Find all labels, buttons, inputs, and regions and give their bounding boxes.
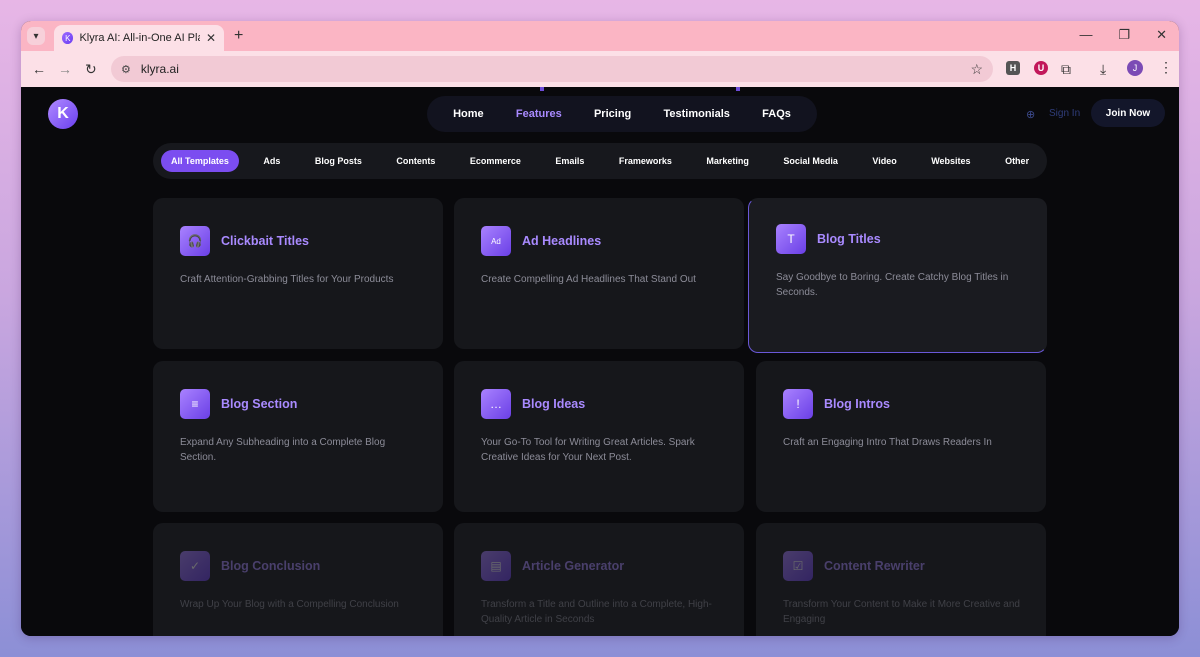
join-now-button[interactable]: Join Now xyxy=(1091,99,1165,127)
card-title: Content Rewriter xyxy=(824,559,925,573)
browser-toolbar: ← → ↻ ⚙ klyra.ai ☆ H U ⧉ ⤓ J ⋮ xyxy=(21,51,1179,87)
template-card-blog-intros[interactable]: ! Blog Intros Craft an Engaging Intro Tha… xyxy=(756,361,1046,512)
close-tab-icon[interactable]: ✕ xyxy=(206,31,216,45)
address-bar[interactable]: ⚙ klyra.ai ☆ xyxy=(111,56,993,82)
browser-tab[interactable]: K Klyra AI: All-in-One AI Platform ✕ xyxy=(54,25,224,51)
template-card-blog-conclusion[interactable]: ✓ Blog Conclusion Wrap Up Your Blog with … xyxy=(153,523,443,636)
filter-emails[interactable]: Emails xyxy=(545,150,594,172)
filter-contents[interactable]: Contents xyxy=(386,150,445,172)
extension-h-icon[interactable]: H xyxy=(1006,61,1020,75)
card-description: Wrap Up Your Blog with a Compelling Conc… xyxy=(180,599,399,610)
card-title: Blog Section xyxy=(221,397,298,411)
nav-testimonials[interactable]: Testimonials xyxy=(663,108,729,120)
card-description: Say Goodbye to Boring. Create Catchy Blo… xyxy=(776,272,1009,298)
filter-video[interactable]: Video xyxy=(862,150,906,172)
filter-social-media[interactable]: Social Media xyxy=(773,150,848,172)
filter-other[interactable]: Other xyxy=(995,150,1039,172)
browser-menu-icon[interactable]: ⋮ xyxy=(1159,59,1173,76)
chat-dots-icon: … xyxy=(481,389,511,419)
comment-icon: ≡ xyxy=(180,389,210,419)
template-filter-bar: All Templates Ads Blog Posts Contents Ec… xyxy=(153,143,1047,179)
template-card-clickbait-titles[interactable]: 🎧 Clickbait Titles Craft Attention-Grabbi… xyxy=(153,198,443,349)
window-controls: — ❐ ✕ xyxy=(1079,27,1167,43)
nav-features[interactable]: Features xyxy=(516,108,562,120)
card-title: Clickbait Titles xyxy=(221,234,309,248)
card-description: Transform Your Content to Make it More C… xyxy=(783,599,1020,625)
checkbox-icon: ☑ xyxy=(783,551,813,581)
back-icon[interactable]: ← xyxy=(32,61,46,77)
globe-icon[interactable]: ⊕ xyxy=(1026,108,1035,121)
nav-faqs[interactable]: FAQs xyxy=(762,108,791,120)
document-icon: ▤ xyxy=(481,551,511,581)
card-title: Blog Intros xyxy=(824,397,890,411)
filter-websites[interactable]: Websites xyxy=(921,150,980,172)
reload-icon[interactable]: ↻ xyxy=(85,61,97,78)
nav-decoration xyxy=(540,87,544,91)
filter-ecommerce[interactable]: Ecommerce xyxy=(460,150,531,172)
url-text: klyra.ai xyxy=(140,62,179,76)
card-title: Blog Conclusion xyxy=(221,559,321,573)
card-description: Craft Attention-Grabbing Titles for Your… xyxy=(180,274,394,285)
card-description: Expand Any Subheading into a Complete Bl… xyxy=(180,437,386,463)
tab-strip: ▾ K Klyra AI: All-in-One AI Platform ✕ +… xyxy=(21,21,1179,51)
main-nav: Home Features Pricing Testimonials FAQs xyxy=(427,96,817,132)
card-description: Craft an Engaging Intro That Draws Reade… xyxy=(783,437,992,448)
comment-check-icon: ✓ xyxy=(180,551,210,581)
template-card-article-generator[interactable]: ▤ Article Generator Transform a Title and… xyxy=(454,523,744,636)
nav-decoration xyxy=(736,87,740,91)
extension-shield-icon[interactable]: U xyxy=(1034,61,1048,75)
alert-bubble-icon: ! xyxy=(783,389,813,419)
filter-all-templates[interactable]: All Templates xyxy=(161,150,239,172)
card-description: Create Compelling Ad Headlines That Stan… xyxy=(481,274,696,285)
template-card-content-rewriter[interactable]: ☑ Content Rewriter Transform Your Content… xyxy=(756,523,1046,636)
close-window-icon[interactable]: ✕ xyxy=(1156,27,1167,43)
site-info-icon[interactable]: ⚙ xyxy=(121,63,131,76)
filter-blog-posts[interactable]: Blog Posts xyxy=(305,150,372,172)
klyra-logo[interactable]: K xyxy=(48,99,78,129)
page-content: K Home Features Pricing Testimonials FAQ… xyxy=(21,87,1179,636)
bookmark-star-icon[interactable]: ☆ xyxy=(970,61,983,78)
extensions-puzzle-icon[interactable]: ⧉ xyxy=(1061,61,1071,78)
text-bubble-icon: T xyxy=(776,224,806,254)
favicon-icon: K xyxy=(62,32,74,44)
browser-window: ▾ K Klyra AI: All-in-One AI Platform ✕ +… xyxy=(21,21,1179,636)
card-title: Blog Ideas xyxy=(522,397,586,411)
template-card-blog-ideas[interactable]: … Blog Ideas Your Go-To Tool for Writing … xyxy=(454,361,744,512)
template-card-blog-titles[interactable]: T Blog Titles Say Goodbye to Boring. Crea… xyxy=(748,198,1047,353)
filter-ads[interactable]: Ads xyxy=(253,150,290,172)
card-title: Blog Titles xyxy=(817,232,881,246)
profile-avatar[interactable]: J xyxy=(1127,60,1143,76)
card-title: Ad Headlines xyxy=(522,234,602,248)
tab-search-button[interactable]: ▾ xyxy=(27,27,45,45)
ad-icon: Ad xyxy=(481,226,511,256)
filter-frameworks[interactable]: Frameworks xyxy=(609,150,682,172)
headset-icon: 🎧 xyxy=(180,226,210,256)
minimize-icon[interactable]: — xyxy=(1079,27,1092,43)
forward-icon[interactable]: → xyxy=(58,61,72,77)
nav-pricing[interactable]: Pricing xyxy=(594,108,631,120)
nav-home[interactable]: Home xyxy=(453,108,484,120)
new-tab-icon[interactable]: + xyxy=(234,27,243,45)
filter-marketing[interactable]: Marketing xyxy=(696,150,759,172)
card-description: Transform a Title and Outline into a Com… xyxy=(481,599,712,625)
tab-title: Klyra AI: All-in-One AI Platform xyxy=(79,32,199,44)
card-description: Your Go-To Tool for Writing Great Articl… xyxy=(481,437,695,463)
card-title: Article Generator xyxy=(522,559,625,573)
sign-in-link[interactable]: Sign In xyxy=(1049,108,1080,119)
download-icon[interactable]: ⤓ xyxy=(1100,61,1106,78)
restore-icon[interactable]: ❐ xyxy=(1118,27,1130,43)
template-card-blog-section[interactable]: ≡ Blog Section Expand Any Subheading into… xyxy=(153,361,443,512)
template-card-ad-headlines[interactable]: Ad Ad Headlines Create Compelling Ad Head… xyxy=(454,198,744,349)
